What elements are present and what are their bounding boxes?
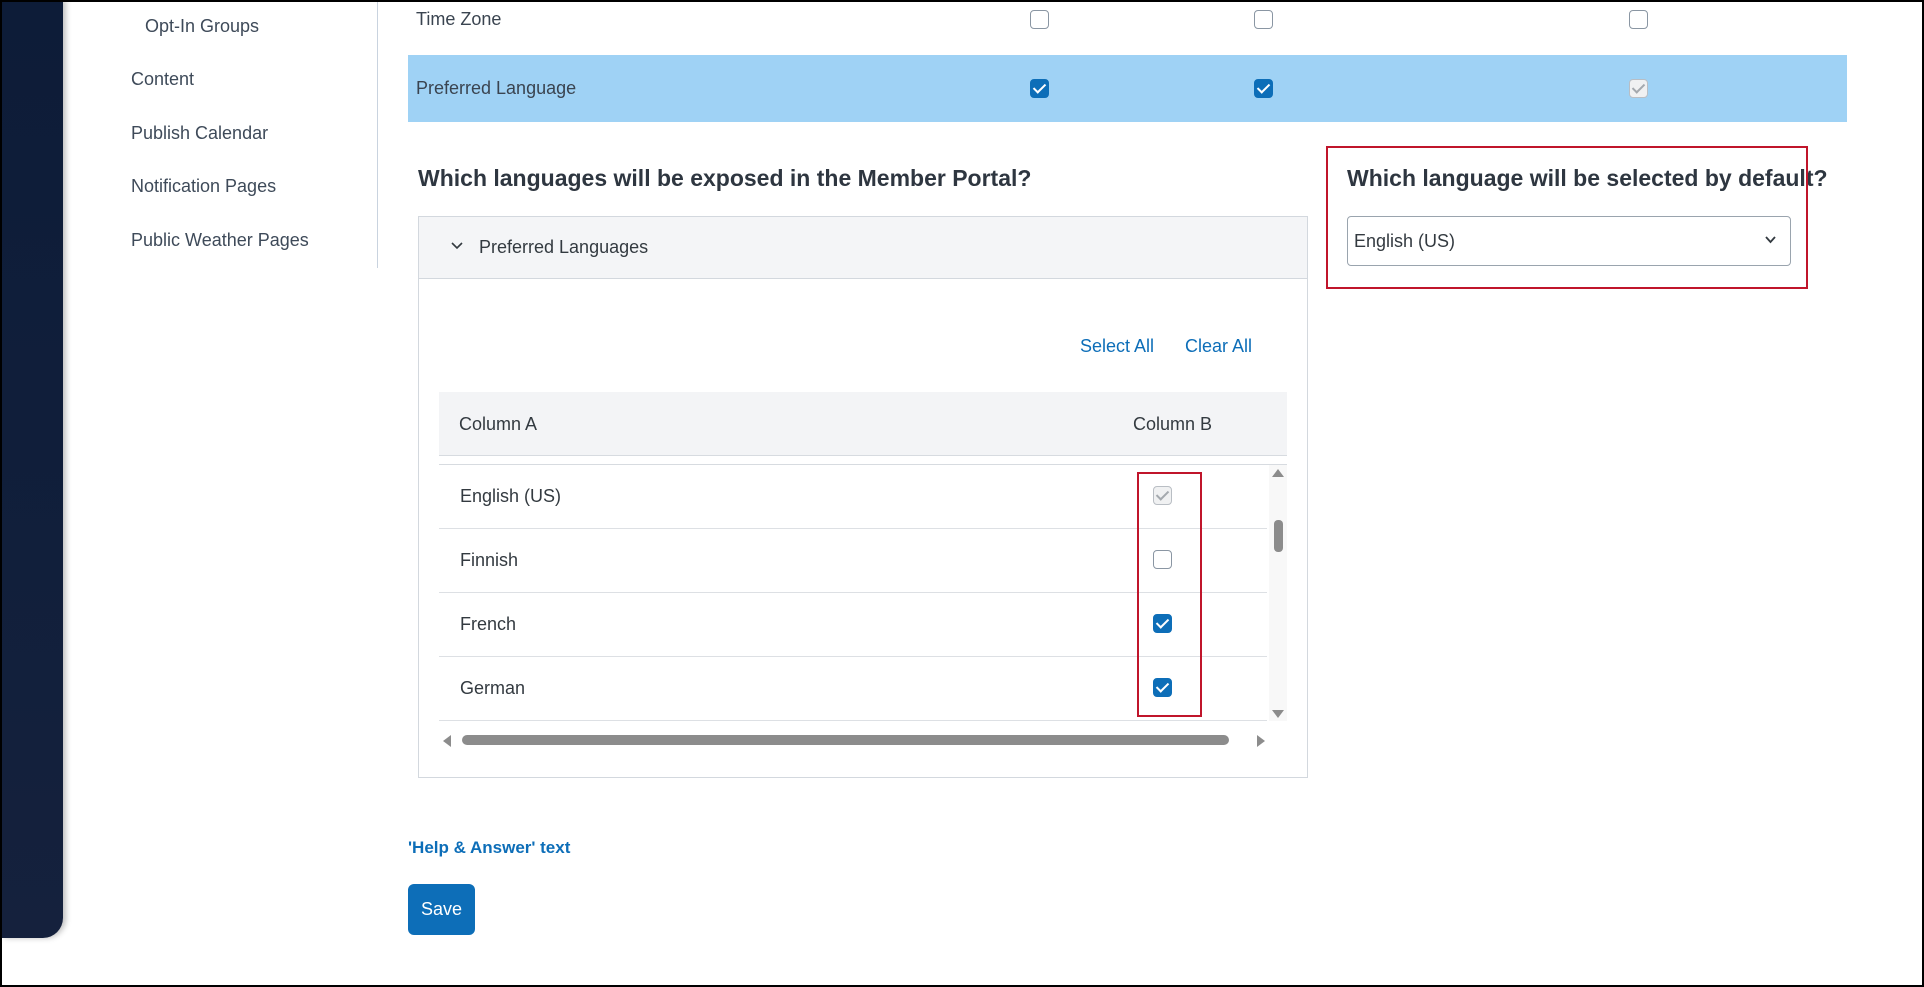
sidebar-nav: Opt-In Groups Content Publish Calendar N…	[63, 0, 424, 268]
sidebar-item-publish-calendar[interactable]: Publish Calendar	[131, 123, 268, 144]
language-name: German	[460, 678, 526, 698]
clear-all-link[interactable]: Clear All	[1185, 336, 1252, 357]
app-side-rail	[2, 0, 63, 938]
select-all-link[interactable]: Select All	[1080, 336, 1154, 357]
horizontal-scroll-thumb[interactable]	[462, 735, 1229, 745]
permission-row-preferred-language: Preferred Language	[408, 55, 1847, 122]
row-label: Time Zone	[416, 9, 502, 29]
scroll-right-icon[interactable]	[1257, 735, 1265, 747]
german-checkbox[interactable]	[1153, 678, 1172, 697]
horizontal-scrollbar[interactable]	[439, 731, 1269, 749]
preferred-languages-panel: Preferred Languages Select All Clear All…	[418, 216, 1308, 778]
french-checkbox[interactable]	[1153, 614, 1172, 633]
selected-language: English (US)	[1354, 231, 1456, 251]
sidebar-item-content[interactable]: Content	[131, 69, 194, 90]
languages-question-heading: Which languages will be exposed in the M…	[418, 165, 1032, 191]
scroll-up-icon[interactable]	[1272, 469, 1284, 477]
column-b-header[interactable]: Column B	[1133, 414, 1212, 435]
preferred-language-checkbox-2[interactable]	[1254, 79, 1273, 98]
table-row: German	[439, 657, 1267, 721]
sidebar-item-public-weather-pages[interactable]: Public Weather Pages	[131, 230, 309, 251]
sidebar-item-opt-in-groups[interactable]: Opt-In Groups	[145, 16, 259, 37]
language-name: French	[460, 614, 517, 634]
vertical-scroll-thumb[interactable]	[1274, 520, 1283, 552]
time-zone-checkbox-3[interactable]	[1629, 10, 1648, 29]
english-us-checkbox	[1153, 486, 1172, 505]
time-zone-checkbox-2[interactable]	[1254, 10, 1273, 29]
preferred-language-checkbox-1[interactable]	[1030, 79, 1049, 98]
permission-row-time-zone: Time Zone	[408, 0, 1847, 55]
row-label: Preferred Language	[416, 78, 577, 98]
scroll-down-icon[interactable]	[1272, 710, 1284, 718]
vertical-scrollbar[interactable]	[1269, 465, 1287, 721]
default-language-select[interactable]: English (US)	[1347, 216, 1791, 266]
time-zone-checkbox-1[interactable]	[1030, 10, 1049, 29]
table-row: English (US)	[439, 465, 1267, 529]
language-name: English (US)	[460, 486, 562, 506]
save-button[interactable]: Save	[408, 884, 475, 935]
scroll-left-icon[interactable]	[443, 735, 451, 747]
language-name: Finnish	[460, 550, 519, 570]
grid-header: Column A Column B	[439, 392, 1287, 456]
column-a-header[interactable]: Column A	[459, 414, 537, 435]
sidebar-item-notification-pages[interactable]: Notification Pages	[131, 176, 276, 197]
help-answer-link[interactable]: 'Help & Answer' text	[408, 838, 570, 858]
chevron-down-icon[interactable]	[451, 240, 463, 252]
preferred-language-checkbox-3	[1629, 79, 1648, 98]
default-language-question-heading: Which language will be selected by defau…	[1347, 165, 1828, 191]
table-row: Finnish	[439, 529, 1267, 593]
panel-header[interactable]: Preferred Languages	[419, 217, 1307, 279]
finnish-checkbox[interactable]	[1153, 550, 1172, 569]
table-row: French	[439, 593, 1267, 657]
chevron-down-icon	[1765, 236, 1776, 244]
panel-title: Preferred Languages	[479, 237, 649, 257]
grid-body: English (US) Finnish French German	[439, 464, 1287, 721]
